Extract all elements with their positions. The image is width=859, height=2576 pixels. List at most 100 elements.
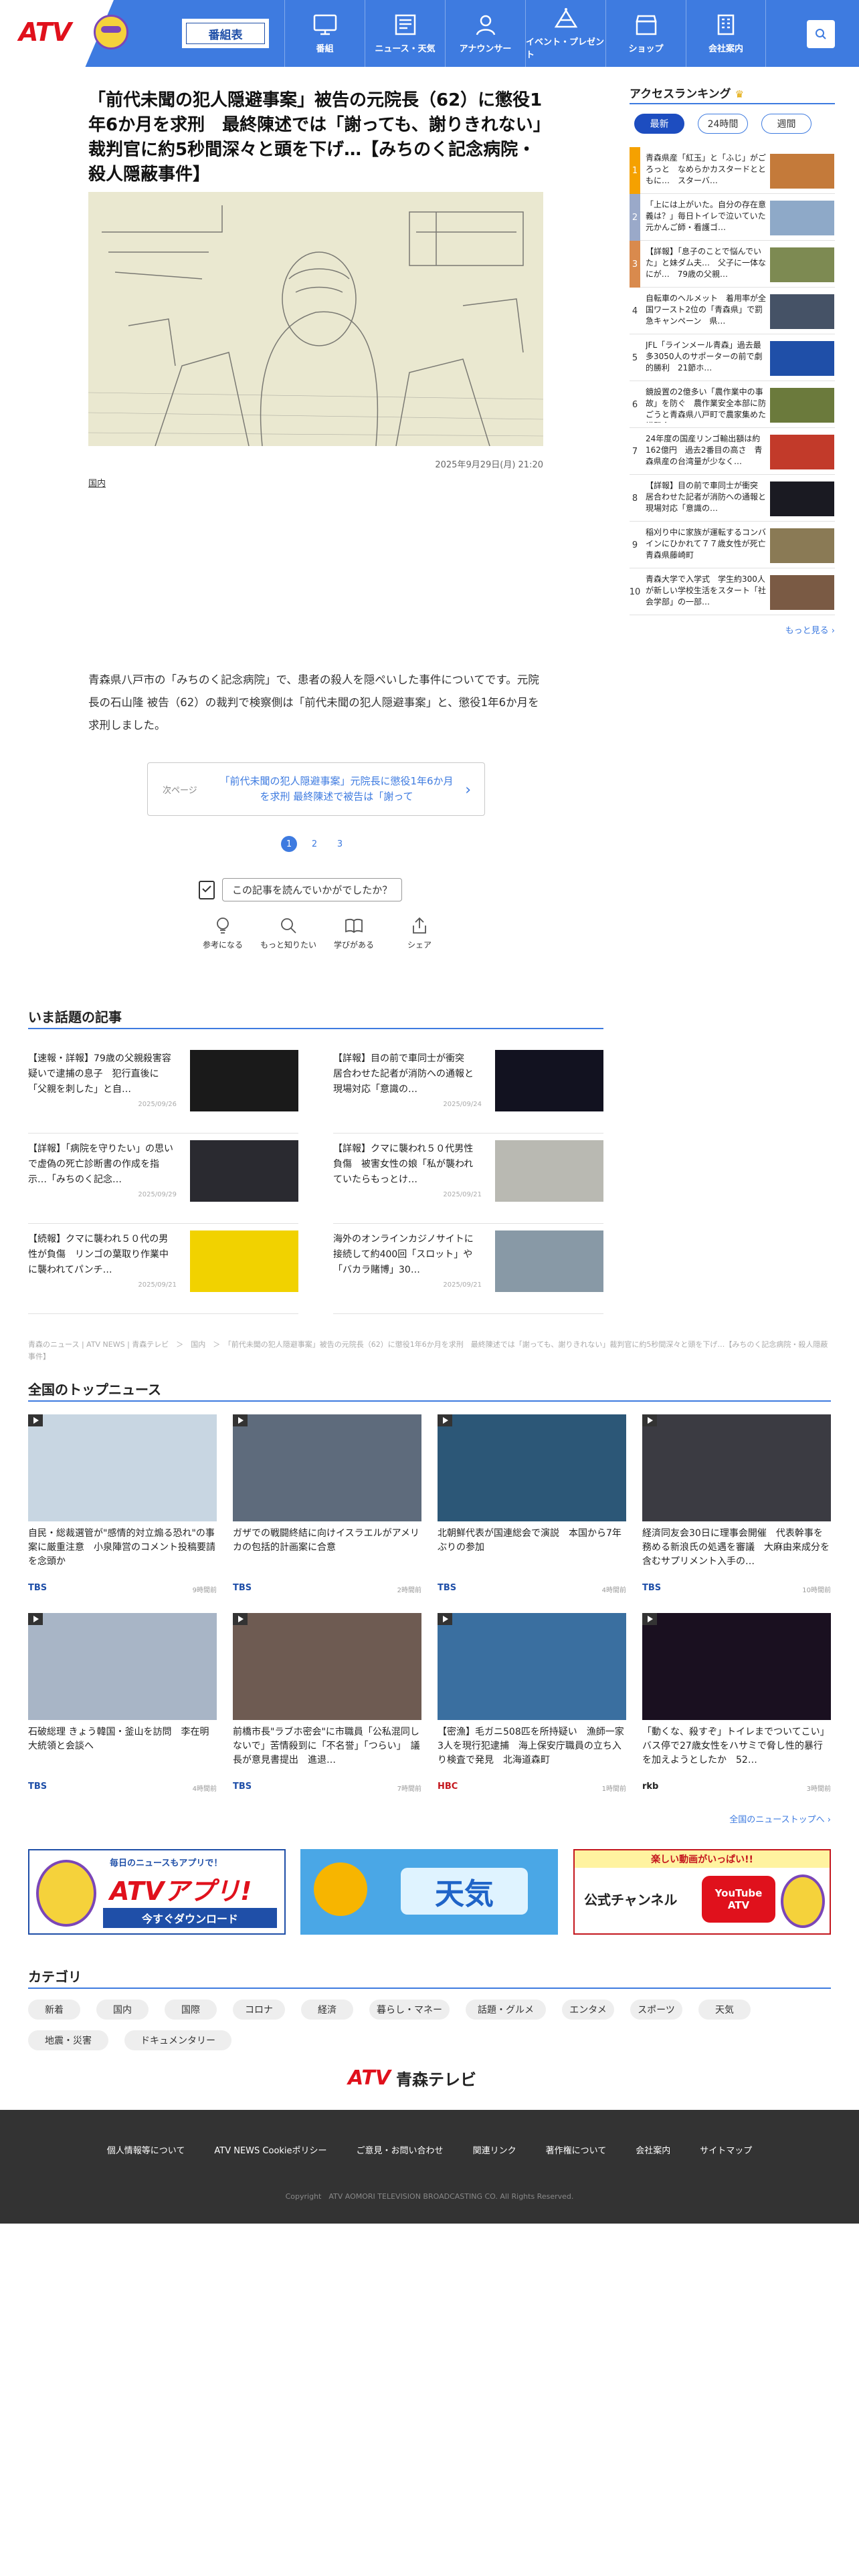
trend-date: 2025/09/21 — [138, 1281, 177, 1289]
nav-announcers[interactable]: アナウンサー — [445, 0, 525, 67]
tab-24h[interactable]: 24時間 — [698, 114, 748, 134]
page-2[interactable]: 2 — [306, 836, 322, 852]
trending-item[interactable]: 【速報・詳報】79歳の父親殺害容疑いで逮捕の息子 犯行直後に「父親を刺した」と自… — [28, 1043, 298, 1134]
breadcrumb[interactable]: 青森のニュース | ATV NEWS | 青森テレビ ＞ 国内 ＞ 「前代未聞の… — [28, 1339, 831, 1363]
footer-link[interactable]: 個人情報等について — [107, 2143, 185, 2156]
ranking-item[interactable]: 9 稲刈り中に家族が運転するコンバインにひかれて７７歳女性が死亡 青森県藤崎町 — [630, 522, 835, 568]
category-pill[interactable]: 天気 — [698, 2000, 751, 2020]
rank-headline: 自転車のヘルメット 着用率が全国ワースト2位の「青森県」で罰急キャンペーン 県… — [646, 294, 766, 326]
footer-link[interactable]: 会社案内 — [636, 2143, 670, 2156]
nav-programs[interactable]: 番組 — [284, 0, 365, 67]
ranking-item[interactable]: 1 青森県産「紅玉」と「ふじ」がごろっと なめらかカスタードとともに… スターバ… — [630, 147, 835, 194]
category-pill[interactable]: 地震・災害 — [28, 2030, 108, 2050]
category-pill[interactable]: ドキュメンタリー — [124, 2030, 231, 2050]
survey-icon — [199, 880, 215, 899]
trending-divider — [28, 1028, 603, 1029]
event-icon — [554, 8, 577, 28]
ranking-item[interactable]: 4 自転車のヘルメット 着用率が全国ワースト2位の「青森県」で罰急キャンペーン 県… — [630, 288, 835, 334]
news-time: 7時間前 — [397, 1786, 421, 1793]
nav-company[interactable]: 会社案内 — [686, 0, 766, 67]
category-pill[interactable]: コロナ — [233, 2000, 285, 2020]
news-card[interactable]: ガザでの戦闘終結に向けイスラエルがアメリカの包括的計画案に合意 TBS 2時間前 — [233, 1414, 421, 1598]
ranking-item[interactable]: 7 24年度の国産リンゴ輸出額は約162億円 過去2番目の高さ 青森県産の台湾量が… — [630, 428, 835, 475]
category-pill[interactable]: 新着 — [28, 2000, 80, 2020]
rank-number: 9 — [632, 540, 638, 550]
category-pill[interactable]: 話題・グルメ — [466, 2000, 546, 2020]
video-play-icon — [233, 1613, 248, 1625]
rank-thumbnail — [770, 341, 834, 376]
app-download-banner[interactable]: 毎日のニュースもアプリで！ ATVアプリ! 今すぐダウンロード — [28, 1849, 286, 1935]
video-play-icon — [28, 1414, 43, 1426]
reaction-learned[interactable]: 学びがある — [325, 916, 383, 950]
ranking-item[interactable]: 8 【詳報】目の前で車同士が衝突 居合わせた記者が消防への通報と現場対応「意識の… — [630, 475, 835, 522]
footer-link[interactable]: サイトマップ — [700, 2143, 752, 2156]
main-nav: 番組 ニュース・天気 アナウンサー イベント・プレゼント ショップ 会社案内 — [284, 0, 766, 67]
rank-headline: 鏡設置の2億多い「農作業中の事故」を防ぐ 農作業安全本部に防ごうと青森県八戸町で… — [646, 387, 766, 423]
nav-events[interactable]: イベント・プレゼント — [525, 0, 605, 67]
news-card[interactable]: 石破総理 きょう韓国・釜山を訪問 李在明大統領と会談へ TBS 4時間前 — [28, 1613, 217, 1797]
ranking-item[interactable]: 6 鏡設置の2億多い「農作業中の事故」を防ぐ 農作業安全本部に防ごうと青森県八戸町… — [630, 381, 835, 428]
nav-shop[interactable]: ショップ — [605, 0, 686, 67]
news-thumbnail — [438, 1414, 626, 1521]
nav-news-weather[interactable]: ニュース・天気 — [365, 0, 445, 67]
news-card[interactable]: 経済同友会30日に理事会開催 代表幹事を務める新浪氏の処遇を審議 大麻由来成分を… — [642, 1414, 831, 1598]
footer-link[interactable]: 著作権について — [546, 2143, 607, 2156]
footer-logo[interactable]: ATV 青森テレビ — [348, 2066, 476, 2090]
news-card[interactable]: 「動くな、殺すぞ」トイレまでついてこい」バス停で27歳女性をハサミで脅し性的暴行… — [642, 1613, 831, 1797]
article-category-link[interactable]: 国内 — [88, 476, 106, 489]
ranking-item[interactable]: 2 「上には上がいた。自分の存在意義は？」毎日トイレで泣いていた元かんご師・看護ゴ… — [630, 194, 835, 241]
reaction-want-more[interactable]: もっと知りたい — [260, 916, 317, 950]
trending-item[interactable]: 【詳報】目の前で車同士が衝突 居合わせた記者が消防への通報と現場対応「意識の… 2… — [333, 1043, 603, 1134]
category-pill[interactable]: 暮らし・マネー — [369, 2000, 450, 2020]
rank-headline: 「上には上がいた。自分の存在意義は？」毎日トイレで泣いていた元かんご師・看護ゴ… — [646, 200, 766, 232]
footer-link[interactable]: 関連リンク — [473, 2143, 516, 2156]
shop-icon — [635, 15, 657, 35]
all-news-link[interactable]: 全国のニューストップへ › — [689, 1812, 831, 1825]
reaction-label: もっと知りたい — [260, 940, 316, 950]
trending-item[interactable]: 【詳報】クマに襲われ５０代男性負傷 被害女性の娘「私が襲われていたらもっとけ… 2… — [333, 1134, 603, 1224]
category-title: カテゴリ — [28, 1969, 82, 1985]
news-source: HBC — [438, 1782, 458, 1792]
nav-label: イベント・プレゼント — [526, 37, 605, 60]
tab-weekly[interactable]: 週間 — [761, 114, 812, 134]
reaction-useful[interactable]: 参考になる — [194, 916, 252, 950]
announcer-icon — [476, 15, 495, 35]
program-guide-button[interactable]: 番組表 — [182, 19, 269, 48]
trending-item[interactable]: 【続報】クマに襲われ５０代の男性が負傷 リンゴの葉取り作業中に襲われてパンチ… 2… — [28, 1224, 298, 1314]
ranking-item[interactable]: 5 JFL「ラインメール青森」過去最多3050人のサポーターの前で劇的勝利 21節… — [630, 334, 835, 381]
footer-link[interactable]: ご意見・お問い合わせ — [357, 2143, 444, 2156]
category-pill[interactable]: エンタメ — [562, 2000, 614, 2020]
youtube-banner[interactable]: 楽しい動画がいっぱい!! 公式チャンネル YouTube ATV — [573, 1849, 831, 1935]
mascot-icon — [781, 1874, 825, 1928]
ranking-item[interactable]: 3 【詳報】「息子のことで悩んでいた」と妹ダム夫… 父子に一体なにが… 79歳の父… — [630, 241, 835, 288]
page-1[interactable]: 1 — [281, 836, 297, 852]
news-card[interactable]: 北朝鮮代表が国連総会で演説 本国から7年ぶりの参加 TBS 4時間前 — [438, 1414, 626, 1598]
category-pill[interactable]: 経済 — [301, 2000, 353, 2020]
news-card[interactable]: 【密漁】毛ガニ508匹を所持疑い 漁師一家3人を現行犯逮捕 海上保安庁職員の立ち… — [438, 1613, 626, 1797]
news-headline: 「動くな、殺すぞ」トイレまでついてこい」バス停で27歳女性をハサミで脅し性的暴行… — [642, 1727, 830, 1765]
trending-item[interactable]: 【詳報】「病院を守りたい」の思いで虚偽の死亡診断書の作成を指示…「みちのく記念…… — [28, 1134, 298, 1224]
video-play-icon — [233, 1414, 248, 1426]
rank-thumbnail — [770, 528, 834, 563]
trending-item[interactable]: 海外のオンラインカジノサイトに接続して約400回「スロット」や「バカラ賭博」30… — [333, 1224, 603, 1314]
tab-latest[interactable]: 最新 — [634, 114, 684, 134]
next-page-link[interactable]: 次ページ 「前代未聞の犯人隠避事案」元院長に懲役1年6か月を求刑 最終陳述で被告… — [147, 762, 485, 816]
news-card[interactable]: 前橋市長"ラブホ密会"に市職員「公私混同しないで」苦情殺到に「不名誉」「つらい」… — [233, 1613, 421, 1797]
ranking-item[interactable]: 10 青森大学で入学式 学生約300人が新しい学校生活をスタート「社会学部」の一部… — [630, 568, 835, 615]
reaction-share[interactable]: シェア — [391, 916, 448, 950]
category-pill[interactable]: 国際 — [165, 2000, 217, 2020]
footer-link[interactable]: ATV NEWS Cookieポリシー — [214, 2143, 326, 2156]
news-card[interactable]: 自民・総裁選管が"感情的対立煽る恐れ"の事案に厳重注意 小泉陣営のコメント投稿要… — [28, 1414, 217, 1598]
youtube-logo: YouTube ATV — [702, 1876, 775, 1923]
category-pill[interactable]: 国内 — [96, 2000, 149, 2020]
news-source: TBS — [233, 1782, 252, 1792]
magnifier-icon — [281, 918, 296, 934]
page-3[interactable]: 3 — [332, 836, 348, 852]
weather-banner[interactable]: 天気 — [300, 1849, 558, 1935]
news-thumbnail — [642, 1414, 831, 1521]
ranking-more-link[interactable]: もっと見る › — [736, 623, 835, 636]
more-label: もっと見る — [785, 626, 829, 636]
category-pill[interactable]: スポーツ — [630, 2000, 682, 2020]
atv-logo[interactable]: ATV — [19, 17, 72, 47]
search-button[interactable] — [807, 20, 835, 48]
